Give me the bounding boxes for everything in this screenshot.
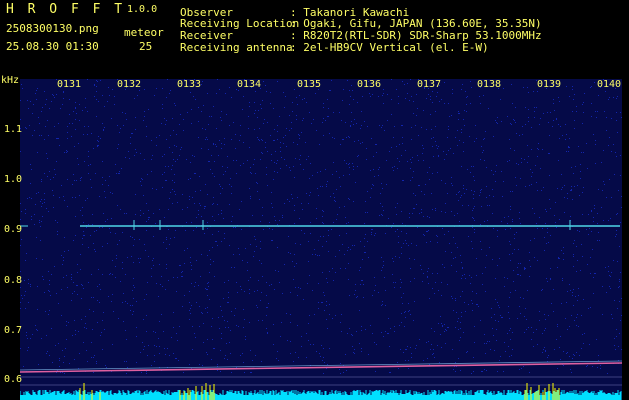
filename: 2508300130.png [6, 22, 99, 35]
datetime: 25.08.30 01:30 [6, 40, 99, 53]
baseline-band [20, 362, 622, 373]
app-version: 1.0.0 [127, 4, 158, 15]
location-label: Receiving Location [180, 17, 300, 30]
location-value: : Ogaki, Gifu, JAPAN (136.60E, 35.35N) [290, 17, 542, 30]
baseline-edge [20, 360, 622, 371]
receiver-label: Receiver [180, 29, 233, 42]
spectrogram-canvas [20, 79, 622, 400]
meteor-label: meteor [124, 26, 164, 39]
app-logo: H R O F F T [6, 2, 126, 17]
antenna-value: : 2el-HB9CV Vertical (el. E-W) [290, 41, 489, 54]
y-axis-unit: kHz [1, 75, 20, 86]
meteor-count: 25 [139, 40, 153, 53]
receiver-value: : R820T2(RTL-SDR) SDR-Sharp 53.1000MHz [290, 29, 542, 42]
header: H R O F F T 1.0.0 2508300130.png 25.08.3… [0, 0, 629, 74]
spectrogram [20, 79, 622, 400]
antenna-label: Receiving antenna [180, 41, 293, 54]
